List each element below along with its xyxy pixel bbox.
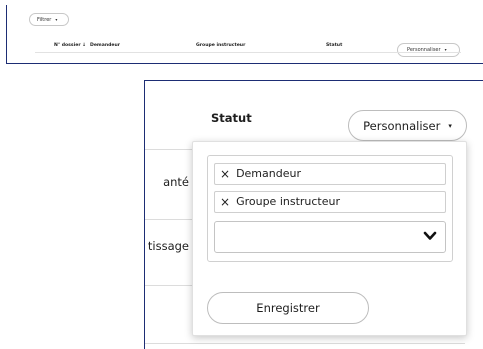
table-row-cell: tissage [147,239,189,253]
mini-header-divider [35,52,461,53]
mini-filter-label: Filtrer [37,17,52,23]
column-select-input[interactable] [214,221,446,253]
customize-button[interactable]: Personnaliser ▾ [348,110,467,141]
tag-label: Groupe instructeur [236,195,341,208]
selected-column-tag: × Demandeur [214,163,446,185]
mini-header-demandeur[interactable]: Demandeur [90,43,120,48]
selected-column-tag: × Groupe instructeur [214,191,446,213]
customize-dropdown: × Demandeur × Groupe instructeur Enregis… [192,141,467,336]
mini-customize-button[interactable]: Personnaliser ▾ [397,43,460,57]
remove-tag-icon[interactable]: × [220,164,230,184]
header-statut[interactable]: Statut [211,111,252,125]
tag-label: Demandeur [236,167,301,180]
save-button[interactable]: Enregistrer [207,292,369,324]
customize-label: Personnaliser [363,118,441,133]
remove-tag-icon[interactable]: × [220,192,230,212]
mini-preview-panel: Filtrer ▾ N° dossier ↓ Demandeur Groupe i… [6,5,483,64]
chevron-down-icon[interactable] [423,229,437,243]
mini-header-dossier[interactable]: N° dossier ↓ [54,43,86,48]
mini-header-statut[interactable]: Statut [326,43,342,48]
zoomed-table-panel: Statut anté tissage Personnaliser ▾ × De… [144,80,483,349]
mini-filter-caret-icon: ▾ [55,17,58,22]
mini-filter-button[interactable]: Filtrer ▾ [29,13,69,26]
row-divider [145,343,465,344]
caret-down-icon: ▾ [448,121,452,130]
table-row-cell: anté [163,175,189,189]
mini-header-groupe[interactable]: Groupe instructeur [196,43,245,48]
column-multiselect: × Demandeur × Groupe instructeur [207,155,453,262]
